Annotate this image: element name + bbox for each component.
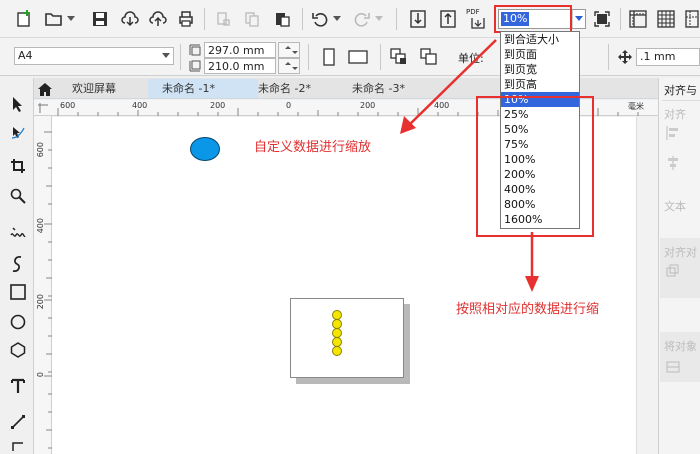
annotation-bottom-text: 按照相对应的数据进行缩 xyxy=(456,302,600,317)
annotation-arrows xyxy=(400,39,539,292)
annotation-arrow-top xyxy=(407,39,497,127)
annotation-top-text: 自定义数据进行缩放 xyxy=(254,140,372,155)
annotation-arrowhead-bottom xyxy=(525,276,539,292)
annotation-arrowhead-top xyxy=(400,116,416,134)
